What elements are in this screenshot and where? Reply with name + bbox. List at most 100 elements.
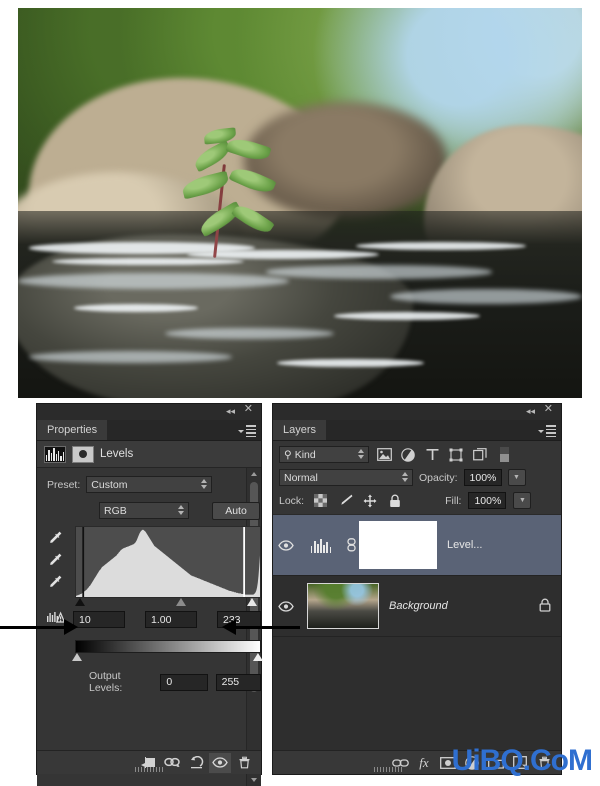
delete-trash-icon[interactable]	[233, 753, 255, 773]
white-point-slider[interactable]	[247, 598, 257, 606]
output-white-value: 255	[221, 676, 240, 688]
black-point-slider[interactable]	[75, 598, 85, 606]
clipping-warning-icon	[47, 610, 65, 624]
blend-mode-select[interactable]: Normal	[279, 469, 413, 486]
properties-panel: ◂◂ ✕ Properties Levels Preset: Custom RG…	[36, 403, 263, 786]
channel-select[interactable]: RGB	[99, 502, 189, 519]
input-shadow-value: 10	[79, 613, 91, 626]
black-point-eyedropper[interactable]	[49, 530, 63, 544]
scroll-down-arrow-icon[interactable]	[251, 778, 257, 782]
document-photo	[18, 8, 582, 398]
layer-row-levels[interactable]: Level...	[273, 515, 561, 576]
panel-resize-grip[interactable]	[374, 767, 403, 772]
output-black-field[interactable]: 0	[160, 673, 208, 691]
layers-panel: ◂◂ ✕ Layers ⚲ Kind Normal Opacity: 100% …	[272, 403, 562, 775]
layer-mask-icon[interactable]	[72, 445, 94, 463]
annotation-arrow-left-line	[0, 626, 68, 629]
layers-tab-row: Layers	[273, 420, 561, 441]
opacity-label: Opacity:	[419, 471, 458, 484]
mask-link-icon[interactable]	[343, 538, 359, 552]
filter-type-layers-icon[interactable]	[423, 447, 441, 463]
close-icon[interactable]: ✕	[544, 404, 553, 415]
layer-row-background[interactable]: Background	[273, 576, 561, 637]
layer-name-levels[interactable]: Level...	[447, 539, 482, 551]
input-midtone-value: 1.00	[151, 613, 172, 626]
toggle-preview-icon[interactable]	[161, 753, 183, 773]
panel-menu-icon[interactable]	[238, 425, 256, 437]
layer-name-background[interactable]: Background	[389, 600, 448, 612]
watermark: UiBQ.CoM	[451, 744, 593, 777]
lock-icon	[539, 598, 551, 615]
photoshop-screenshot: ◂◂ ✕ Properties Levels Preset: Custom RG…	[0, 0, 600, 786]
lock-all-icon[interactable]	[386, 493, 404, 509]
output-levels-label: Output Levels:	[89, 670, 123, 694]
preset-label: Preset:	[47, 478, 81, 491]
photo-rock-middle	[243, 101, 447, 219]
layer-thumbnail-background[interactable]	[307, 583, 379, 629]
search-icon: ⚲	[284, 448, 292, 461]
properties-tab-row: Properties	[37, 420, 261, 441]
close-icon[interactable]: ✕	[244, 404, 253, 415]
midtone-slider[interactable]	[176, 598, 186, 606]
channel-value: RGB	[104, 504, 127, 517]
properties-footer-toolbar	[37, 750, 261, 774]
levels-histogram[interactable]	[75, 526, 261, 598]
scroll-up-arrow-icon[interactable]	[251, 472, 257, 476]
collapse-double-arrow-icon[interactable]: ◂◂	[526, 407, 535, 416]
layer-visibility-eye-icon[interactable]	[273, 539, 299, 551]
tab-empty-space	[326, 420, 561, 440]
opacity-dropdown-arrow-icon[interactable]: ▼	[507, 469, 526, 486]
filter-kind-value: Kind	[294, 448, 316, 461]
collapse-double-arrow-icon[interactable]: ◂◂	[226, 407, 235, 416]
filter-toggle-switch-icon[interactable]	[495, 447, 513, 463]
white-point-eyedropper[interactable]	[49, 574, 63, 588]
fill-dropdown-arrow-icon[interactable]: ▼	[513, 492, 532, 509]
levels-histogram-icon	[44, 445, 66, 463]
opacity-value: 100%	[469, 471, 497, 484]
auto-button-label: Auto	[225, 505, 247, 517]
fill-field[interactable]: 100%	[468, 492, 507, 509]
arrow-pointing-to-white-point-slider	[222, 619, 236, 635]
properties-panel-titlebar: ◂◂ ✕	[37, 404, 261, 420]
levels-adjustment-header: Levels	[37, 441, 261, 468]
tab-properties[interactable]: Properties	[37, 420, 108, 440]
input-shadow-field[interactable]: 10	[73, 611, 125, 628]
input-midtone-field[interactable]: 1.00	[145, 611, 197, 628]
output-black-slider[interactable]	[72, 653, 82, 661]
filter-smart-object-layers-icon[interactable]	[471, 447, 489, 463]
lock-label: Lock:	[279, 494, 305, 507]
auto-button[interactable]: Auto	[212, 502, 260, 520]
tab-layers[interactable]: Layers	[273, 420, 327, 440]
reset-icon[interactable]	[185, 753, 207, 773]
lock-image-icon[interactable]	[336, 493, 354, 509]
output-white-field[interactable]: 255	[215, 673, 261, 691]
annotation-arrow-right-line	[236, 626, 300, 629]
lock-transparency-icon[interactable]	[311, 493, 329, 509]
gray-point-eyedropper[interactable]	[49, 552, 63, 566]
lock-position-icon[interactable]	[361, 493, 379, 509]
panel-resize-grip[interactable]	[135, 767, 163, 772]
output-black-value: 0	[166, 676, 173, 688]
filter-pixel-layers-icon[interactable]	[375, 447, 393, 463]
levels-layer-thumbnail-icon[interactable]	[299, 537, 343, 553]
fill-label: Fill:	[445, 494, 462, 507]
opacity-field[interactable]: 100%	[463, 469, 502, 486]
filter-adjustment-layers-icon[interactable]	[399, 447, 417, 463]
layers-panel-titlebar: ◂◂ ✕	[273, 404, 561, 420]
output-gradient-bar	[75, 640, 261, 653]
output-white-slider[interactable]	[253, 653, 263, 661]
preset-value: Custom	[91, 478, 128, 491]
panel-menu-icon[interactable]	[538, 425, 556, 437]
layer-mask-thumbnail[interactable]	[359, 521, 437, 569]
fill-value: 100%	[474, 494, 502, 507]
preset-select[interactable]: Custom	[86, 476, 213, 493]
layer-visibility-eye-icon[interactable]	[273, 600, 299, 612]
filter-kind-select[interactable]: ⚲ Kind	[279, 446, 369, 463]
tab-layers-label: Layers	[283, 424, 317, 436]
visibility-eye-icon[interactable]	[209, 752, 231, 773]
layer-style-fx-icon[interactable]: fx	[413, 753, 435, 773]
arrow-pointing-to-black-point-slider	[64, 619, 78, 635]
page-title: Levels	[100, 448, 134, 460]
filter-shape-layers-icon[interactable]	[447, 447, 465, 463]
blend-mode-value: Normal	[284, 471, 318, 484]
